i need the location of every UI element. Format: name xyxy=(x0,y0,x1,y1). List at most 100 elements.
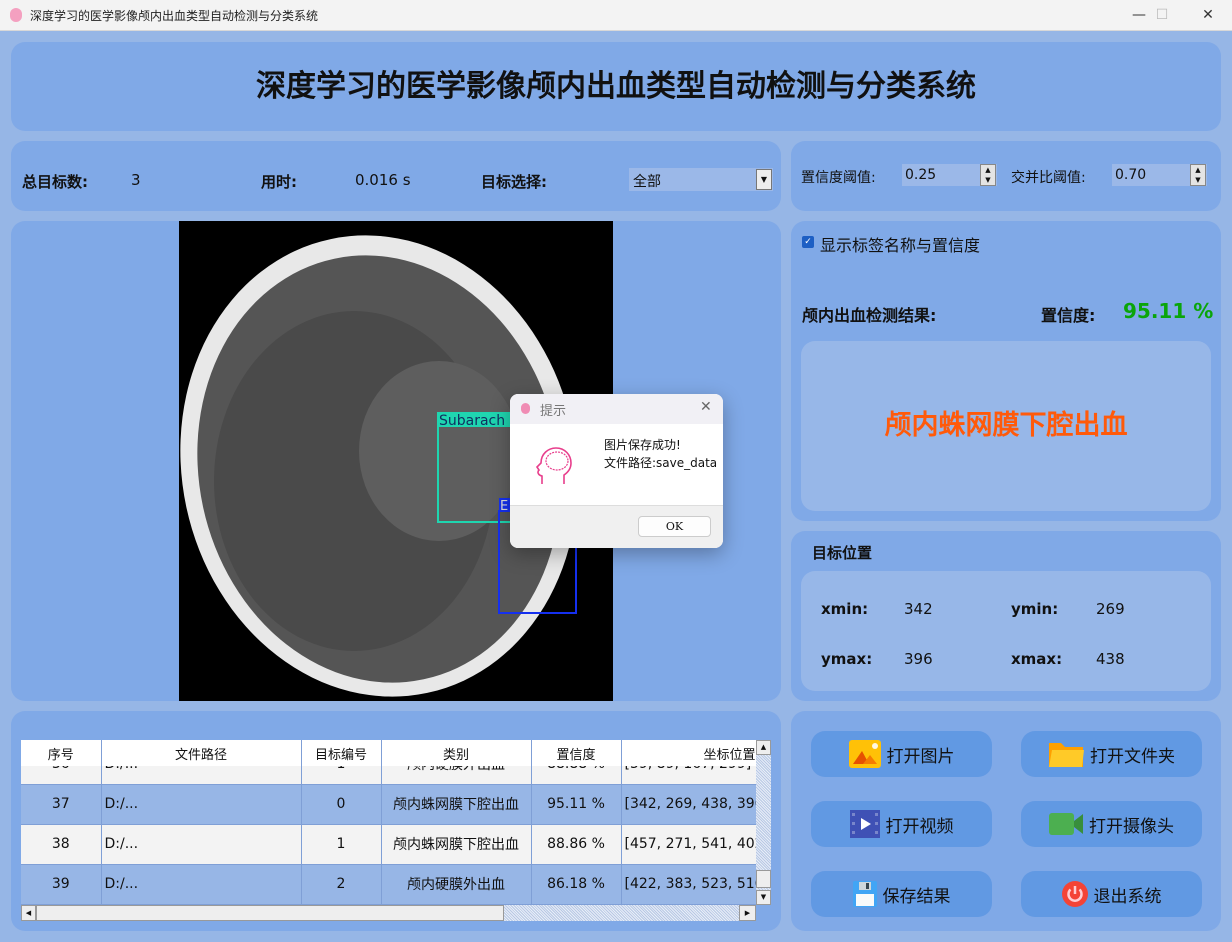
position-title: 目标位置 xyxy=(812,544,873,562)
page-title: 深度学习的医学影像颅内出血类型自动检测与分类系统 xyxy=(256,69,976,104)
vertical-scrollbar[interactable]: ▲ ▼ xyxy=(756,740,771,905)
dialog-title-bar: 提示 ✕ xyxy=(510,394,723,424)
conf-threshold-value: 0.25 xyxy=(905,167,937,183)
dialog-app-icon xyxy=(521,403,530,414)
dialog-title: 提示 xyxy=(540,404,567,419)
cell: 1 xyxy=(301,824,382,865)
ok-button[interactable]: OK xyxy=(638,516,711,537)
cell: 88.86 % xyxy=(531,824,622,865)
ymin-label: ymin: xyxy=(1011,600,1059,618)
confidence-value: 95.11 % xyxy=(1123,299,1214,323)
total-targets-value: 3 xyxy=(131,171,141,189)
table-row[interactable]: 39 D:/... 2 颅内硬膜外出血 86.18 % [422, 383, 523, 5… xyxy=(21,864,756,905)
table-row[interactable]: 36D:/...1颅内硬膜外出血88.88 %[59, 89, 167, 299… xyxy=(21,766,756,785)
cell: 95.11 % xyxy=(531,784,622,825)
scroll-down-icon[interactable]: ▼ xyxy=(756,890,771,905)
open-folder-button[interactable]: 打开文件夹 xyxy=(1021,731,1202,777)
camera-icon xyxy=(1049,813,1083,835)
power-icon xyxy=(1061,881,1088,907)
cell: 37 xyxy=(21,784,102,825)
dialog-message-line2: 文件路径:save_data xyxy=(604,456,718,470)
buttons-panel: 打开图片 打开文件夹 打开视频 打开摄像头 保存结果 退出系统 xyxy=(791,711,1221,931)
ymax-value: 396 xyxy=(904,650,933,668)
conf-spin-arrows-icon[interactable]: ▲ ▼ xyxy=(980,164,996,186)
dialog-close-button[interactable]: ✕ xyxy=(700,399,712,415)
cell: [422, 383, 523, 516] xyxy=(621,864,756,905)
table-panel: 序号 文件路径 目标编号 类别 置信度 坐标位置 36D:/...1颅内硬膜外出… xyxy=(11,711,781,931)
open-video-button[interactable]: 打开视频 xyxy=(811,801,992,847)
table-row[interactable]: 38 D:/... 1 颅内蛛网膜下腔出血 88.86 % [457, 271, 541,… xyxy=(21,824,756,865)
bbox1-label: Subarach xyxy=(439,413,505,429)
cell: 颅内硬膜外出血 xyxy=(381,766,532,785)
time-value: 0.016 s xyxy=(355,171,411,189)
conf-threshold-label: 置信度阈值: xyxy=(801,170,876,186)
col-header[interactable]: 目标编号 xyxy=(301,740,382,766)
cell: [59, 89, 167, 299] xyxy=(621,766,756,785)
class-result-box: 颅内蛛网膜下腔出血 xyxy=(801,341,1211,511)
bbox2-label: E xyxy=(500,499,508,514)
col-header[interactable]: 类别 xyxy=(381,740,532,766)
cell: D:/... xyxy=(101,784,302,825)
show-labels-label: 显示标签名称与置信度 xyxy=(820,236,981,255)
iou-spin-arrows-icon[interactable]: ▲ ▼ xyxy=(1190,164,1206,186)
open-image-button[interactable]: 打开图片 xyxy=(811,731,992,777)
video-icon xyxy=(849,810,880,838)
open-folder-label: 打开文件夹 xyxy=(1090,746,1175,767)
scroll-up-icon[interactable]: ▲ xyxy=(756,740,771,755)
app-brain-icon xyxy=(10,8,22,22)
close-button[interactable]: ✕ xyxy=(1185,0,1231,31)
cell: D:/... xyxy=(101,864,302,905)
dropdown-arrow-icon[interactable]: ▼ xyxy=(756,169,772,190)
col-header[interactable]: 坐标位置 xyxy=(621,740,756,766)
scroll-right-icon[interactable]: ▶ xyxy=(739,905,756,921)
cell: 38 xyxy=(21,824,102,865)
cell: 颅内蛛网膜下腔出血 xyxy=(381,824,532,865)
open-camera-label: 打开摄像头 xyxy=(1089,816,1174,837)
cell: 2 xyxy=(301,864,382,905)
results-table[interactable]: 序号 文件路径 目标编号 类别 置信度 坐标位置 36D:/...1颅内硬膜外出… xyxy=(21,740,756,905)
save-disk-icon xyxy=(852,881,877,907)
xmax-value: 438 xyxy=(1096,650,1125,668)
cell: 36 xyxy=(21,766,102,785)
col-header[interactable]: 文件路径 xyxy=(101,740,302,766)
table-row[interactable]: 37 D:/... 0 颅内蛛网膜下腔出血 95.11 % [342, 269, 438,… xyxy=(21,784,756,825)
xmin-value: 342 xyxy=(904,600,933,618)
cell: 颅内蛛网膜下腔出血 xyxy=(381,784,532,825)
maximize-button[interactable]: ☐ xyxy=(1139,0,1185,31)
confidence-label: 置信度: xyxy=(1041,306,1096,325)
open-image-label: 打开图片 xyxy=(886,746,955,767)
cell: D:/... xyxy=(101,824,302,865)
total-targets-label: 总目标数: xyxy=(22,173,88,191)
time-label: 用时: xyxy=(261,173,297,191)
scroll-left-icon[interactable]: ◀ xyxy=(21,905,36,921)
dialog-footer: OK xyxy=(510,505,723,548)
target-select[interactable]: 全部 ▼ xyxy=(629,168,773,191)
horizontal-scroll-thumb[interactable] xyxy=(36,905,504,921)
table-header: 序号 文件路径 目标编号 类别 置信度 坐标位置 xyxy=(21,740,756,766)
horizontal-scrollbar[interactable]: ◀ ▶ xyxy=(21,905,756,921)
exit-label: 退出系统 xyxy=(1093,886,1162,907)
cell: 88.88 % xyxy=(531,766,622,785)
cell: [457, 271, 541, 402] xyxy=(621,824,756,865)
brain-icon xyxy=(536,447,572,484)
detection-result-label: 颅内出血检测结果: xyxy=(802,306,937,325)
header-panel: 深度学习的医学影像颅内出血类型自动检测与分类系统 xyxy=(11,42,1221,131)
cell: 1 xyxy=(301,766,382,785)
cell: 86.18 % xyxy=(531,864,622,905)
col-header[interactable]: 序号 xyxy=(21,740,102,766)
title-bar: 深度学习的医学影像颅内出血类型自动检测与分类系统 — ☐ ✕ xyxy=(0,0,1232,31)
show-labels-checkbox[interactable]: ✓ xyxy=(802,236,814,248)
open-video-label: 打开视频 xyxy=(885,816,954,837)
ymax-label: ymax: xyxy=(821,650,873,668)
col-header[interactable]: 置信度 xyxy=(531,740,622,766)
folder-icon xyxy=(1049,743,1084,767)
open-camera-button[interactable]: 打开摄像头 xyxy=(1021,801,1202,847)
result-panel: ✓ 显示标签名称与置信度 颅内出血检测结果: 置信度: 95.11 % 颅内蛛网… xyxy=(791,221,1221,521)
position-panel: 目标位置 xmin: 342 ymin: 269 ymax: 396 xmax:… xyxy=(791,531,1221,701)
save-results-button[interactable]: 保存结果 xyxy=(811,871,992,917)
vertical-scroll-thumb[interactable] xyxy=(756,870,771,888)
params-panel: 置信度阈值: 0.25 ▲ ▼ 交并比阈值: 0.70 ▲ ▼ xyxy=(791,141,1221,211)
xmin-label: xmin: xyxy=(821,600,869,618)
exit-button[interactable]: 退出系统 xyxy=(1021,871,1202,917)
save-results-label: 保存结果 xyxy=(882,886,951,907)
